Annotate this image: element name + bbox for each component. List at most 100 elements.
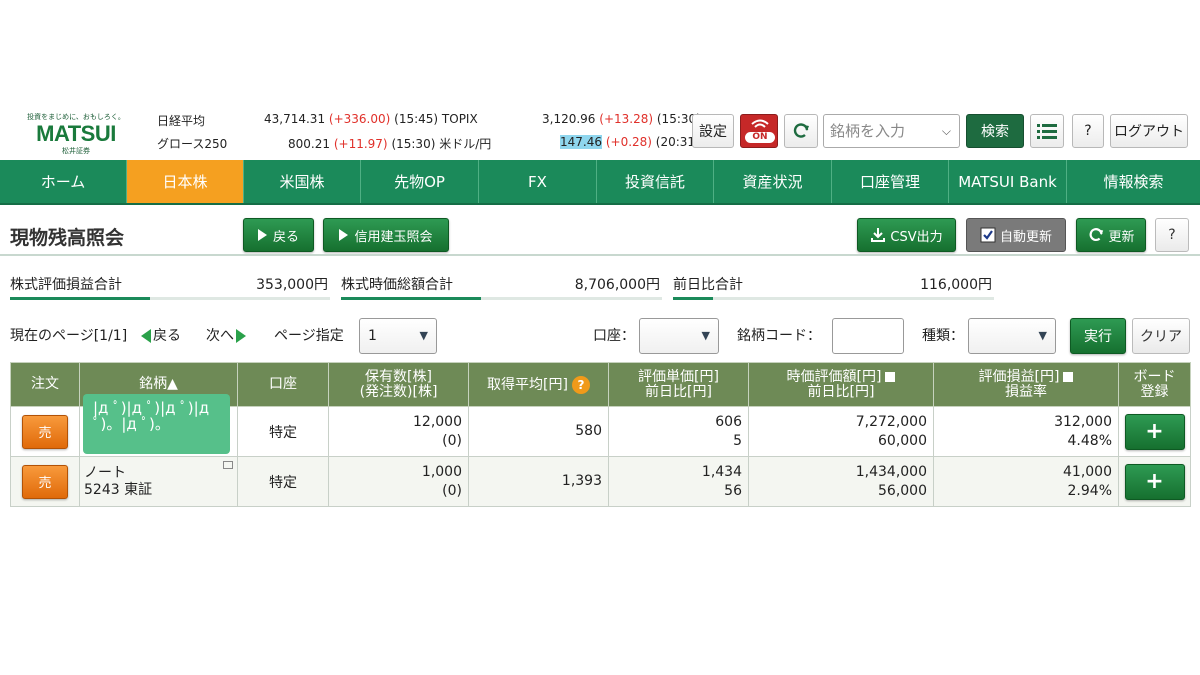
nav-funds[interactable]: 投資信託: [597, 160, 714, 203]
nav-japan-stock[interactable]: 日本株: [127, 160, 244, 203]
stock-name-cell[interactable]: ノート 5243 東証: [79, 456, 238, 507]
main-nav: ホーム 日本株 米国株 先物OP FX 投資信託 資産状況 口座管理 MATSU…: [0, 160, 1200, 205]
prev-page-link[interactable]: 戻る: [141, 325, 181, 345]
summary-day-change: 前日比合計 116,000円: [673, 274, 994, 300]
topix-quote: 3,120.96 (+13.28) (15:30): [542, 112, 701, 126]
account-select[interactable]: ▼: [639, 318, 719, 354]
next-label: 次へ: [206, 328, 234, 344]
col-account: 口座: [237, 362, 329, 407]
nikkei-label: 日経平均: [157, 114, 206, 128]
avg-cost-cell: 1,393: [468, 456, 609, 507]
chevron-down-icon: ▼: [701, 329, 710, 342]
usdjpy-label: 米ドル/円: [439, 137, 492, 151]
help-icon[interactable]: ?: [571, 375, 590, 394]
growth-value: 800.21: [288, 137, 330, 151]
back-button[interactable]: 戻る: [243, 218, 314, 252]
nav-assets[interactable]: 資産状況: [714, 160, 832, 203]
growth-change: (+11.97): [333, 137, 388, 151]
play-icon: [339, 229, 349, 241]
type-select[interactable]: ▼: [968, 318, 1056, 354]
current-page: 現在のページ[1/1]: [10, 328, 128, 344]
stock-code-label: 銘柄コード：: [737, 328, 821, 344]
chevron-down-icon: ⌵: [941, 124, 951, 138]
usdjpy-value: 147.46: [560, 135, 602, 149]
logout-button[interactable]: ログアウト: [1110, 114, 1188, 148]
col-market-value: 時価評価額[円] 前日比[円]: [748, 362, 934, 407]
menu-button[interactable]: [1030, 114, 1064, 148]
nav-us-stock[interactable]: 米国株: [244, 160, 361, 203]
page-select[interactable]: 1 ▼: [359, 318, 437, 354]
search-placeholder: 銘柄を入力: [830, 122, 906, 140]
table-row: 売 ノート 5243 東証 特定 1,000 (0) 1,393 1,434 56 1…: [10, 456, 1191, 507]
next-page-link[interactable]: 次へ: [206, 325, 246, 345]
account-label: 口座：: [593, 328, 635, 344]
refresh-icon: [1090, 228, 1104, 242]
page-select-value: 1: [368, 328, 377, 344]
header: 投資をまじめに、おもしろく。 MATSUI 松井証券 日経平均 43,714.3…: [0, 108, 1200, 160]
page-help-button[interactable]: ?: [1155, 218, 1189, 252]
nav-fx[interactable]: FX: [479, 160, 597, 203]
topix-value: 3,120.96: [542, 112, 596, 126]
page-select-label: ページ指定: [274, 328, 344, 344]
logo-name: MATSUI: [36, 121, 116, 146]
growth-quote: 800.21 (+11.97) (15:30) 米ドル/円: [288, 135, 491, 152]
topix-change: (+13.28): [599, 112, 654, 126]
arrow-left-icon: [141, 329, 151, 343]
checkbox-icon[interactable]: [885, 371, 896, 382]
back-label: 戻る: [272, 229, 299, 245]
col-unit-price: 評価単価[円] 前日比[円]: [608, 362, 749, 407]
stock-search-input[interactable]: 銘柄を入力 ⌵: [823, 114, 960, 148]
nav-info-search[interactable]: 情報検索: [1067, 160, 1200, 203]
download-icon: [871, 228, 886, 242]
matsui-logo[interactable]: 投資をまじめに、おもしろく。 MATSUI 松井証券: [26, 112, 126, 156]
reload-button[interactable]: [784, 114, 818, 148]
nav-home[interactable]: ホーム: [0, 160, 127, 203]
help-button[interactable]: ?: [1072, 114, 1104, 148]
nav-account[interactable]: 口座管理: [832, 160, 949, 203]
board-add-button[interactable]: +: [1124, 463, 1185, 500]
page-title: 現物残高照会: [10, 227, 125, 249]
popup-window-icon[interactable]: [223, 461, 233, 469]
chevron-down-icon: ▼: [419, 329, 428, 342]
topix-label: TOPIX: [441, 112, 478, 126]
nav-futures-op[interactable]: 先物OP: [361, 160, 479, 203]
nav-matsui-bank[interactable]: MATSUI Bank: [949, 160, 1067, 203]
checkbox-checked-icon: [980, 227, 996, 243]
arrow-right-icon: [236, 329, 246, 343]
auto-update-toggle[interactable]: 自動更新: [966, 218, 1066, 252]
nikkei-quote: 43,714.31 (+336.00) (15:45) TOPIX: [264, 112, 478, 126]
prev-label: 戻る: [153, 328, 181, 344]
margin-inquiry-label: 信用建玉照会: [354, 229, 433, 245]
avg-cost-cell: 580: [468, 406, 609, 457]
summary-label: 前日比合計: [673, 277, 743, 293]
usdjpy-change: (+0.28): [605, 135, 652, 149]
nikkei-time: (15:45): [394, 112, 439, 126]
signal-icon: [751, 119, 769, 128]
col-order: 注文: [10, 362, 80, 407]
search-button[interactable]: 検索: [966, 114, 1024, 148]
csv-export-button[interactable]: CSV出力: [857, 218, 956, 252]
margin-inquiry-button[interactable]: 信用建玉照会: [323, 218, 449, 252]
summary-pl-total: 株式評価損益合計 353,000円: [10, 274, 330, 300]
type-label: 種類：: [922, 328, 964, 344]
sell-button[interactable]: 売: [22, 414, 68, 449]
col-board: ボード 登録: [1118, 362, 1191, 407]
nikkei-value: 43,714.31: [264, 112, 326, 126]
board-add-button[interactable]: +: [1124, 413, 1185, 450]
sell-button[interactable]: 売: [22, 464, 68, 499]
refresh-button[interactable]: 更新: [1076, 218, 1146, 252]
title-divider: [0, 254, 1200, 256]
account-cell: 特定: [237, 456, 329, 507]
col-quantity: 保有数[株] (発注数)[株]: [328, 362, 469, 407]
clear-button[interactable]: クリア: [1132, 318, 1190, 354]
execute-button[interactable]: 実行: [1070, 318, 1126, 354]
redaction-sticker: |д ﾟ)|д ﾟ)|д ﾟ)|д ﾟ)。|д ﾟ)。: [83, 394, 230, 454]
play-icon: [257, 229, 267, 241]
push-on-toggle[interactable]: ON: [740, 114, 778, 148]
stock-code-input[interactable]: [832, 318, 904, 354]
settings-button[interactable]: 設定: [692, 114, 734, 148]
checkbox-icon[interactable]: [1063, 371, 1074, 382]
summary-market-value: 株式時価総額合計 8,706,000円: [341, 274, 662, 300]
on-label: ON: [745, 132, 775, 143]
col-avg-cost: 取得平均[円]?: [468, 362, 609, 407]
